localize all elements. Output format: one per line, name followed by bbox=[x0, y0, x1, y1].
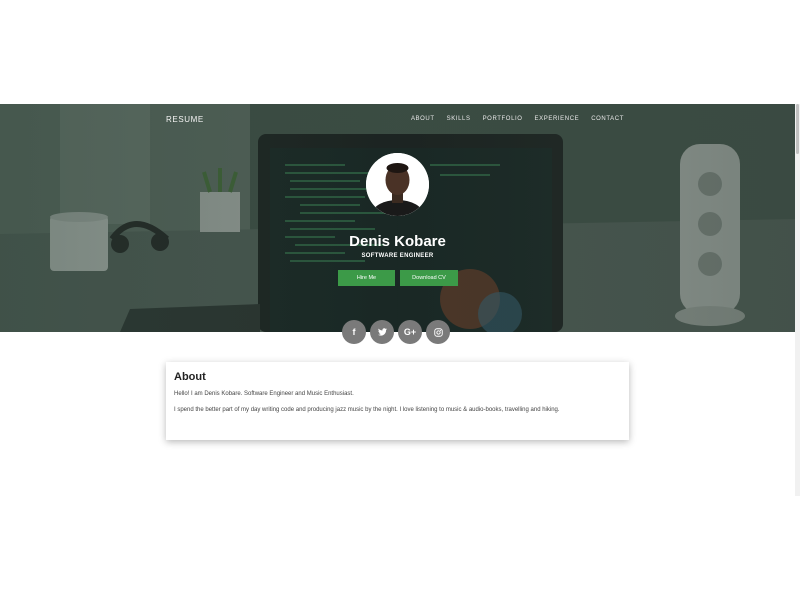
instagram-camera-icon bbox=[433, 327, 443, 337]
hero-banner bbox=[0, 104, 795, 332]
scrollbar-thumb[interactable] bbox=[796, 104, 799, 154]
profile-avatar bbox=[366, 153, 429, 216]
about-heading: About bbox=[174, 371, 206, 383]
nav-link-contact[interactable]: CONTACT bbox=[591, 116, 624, 122]
top-navbar: RESUME ABOUT SKILLS PORTFOLIO EXPERIENCE… bbox=[166, 113, 626, 129]
avatar-portrait bbox=[366, 153, 429, 216]
nav-link-about[interactable]: ABOUT bbox=[411, 116, 435, 122]
nav-links: ABOUT SKILLS PORTFOLIO EXPERIENCE CONTAC… bbox=[411, 116, 624, 122]
nav-link-portfolio[interactable]: PORTFOLIO bbox=[483, 116, 523, 122]
google-plus-icon[interactable]: G+ bbox=[398, 320, 422, 344]
hire-me-button[interactable]: Hire Me bbox=[338, 270, 395, 286]
profile-name: Denis Kobare bbox=[349, 233, 446, 250]
resume-page: RESUME ABOUT SKILLS PORTFOLIO EXPERIENCE… bbox=[0, 0, 800, 600]
twitter-icon[interactable] bbox=[370, 320, 394, 344]
brand-link[interactable]: RESUME bbox=[166, 115, 204, 124]
hero-overlay bbox=[0, 104, 795, 332]
about-bio-text: I spend the better part of my day writin… bbox=[174, 407, 560, 413]
facebook-glyph: f bbox=[352, 327, 356, 337]
page-scrollbar[interactable] bbox=[795, 104, 800, 496]
about-card: About Hello! I am Denis Kobare. Software… bbox=[166, 362, 629, 440]
google-plus-glyph: G+ bbox=[403, 327, 417, 337]
twitter-bird-icon bbox=[377, 328, 387, 336]
instagram-icon[interactable] bbox=[426, 320, 450, 344]
about-intro-text: Hello! I am Denis Kobare. Software Engin… bbox=[174, 391, 354, 397]
profile-title: SOFTWARE ENGINEER bbox=[361, 253, 434, 259]
nav-link-skills[interactable]: SKILLS bbox=[447, 116, 471, 122]
download-cv-button[interactable]: Download CV bbox=[400, 270, 458, 286]
nav-link-experience[interactable]: EXPERIENCE bbox=[535, 116, 580, 122]
facebook-icon[interactable]: f bbox=[342, 320, 366, 344]
